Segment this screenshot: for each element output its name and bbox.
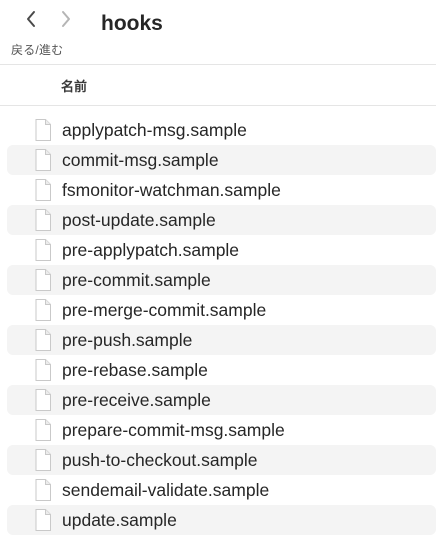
file-row[interactable]: update.sample: [7, 505, 436, 535]
forward-button[interactable]: [55, 8, 77, 30]
back-forward-label: 戻る/進む: [11, 43, 64, 57]
column-header: 名前: [0, 64, 436, 106]
file-name: pre-applypatch.sample: [62, 240, 240, 260]
document-icon: [33, 508, 53, 532]
finder-window: 戻る/進む hooks 名前 applypatch-msg.sample comm…: [0, 0, 436, 548]
file-name: pre-push.sample: [62, 330, 193, 350]
file-list: applypatch-msg.sample commit-msg.sample fs…: [0, 115, 436, 535]
file-name: post-update.sample: [62, 210, 216, 230]
file-row[interactable]: post-update.sample: [7, 205, 436, 235]
window-title: hooks: [101, 12, 163, 35]
file-name: push-to-checkout.sample: [62, 450, 258, 470]
file-row[interactable]: pre-applypatch.sample: [7, 235, 436, 265]
file-name: prepare-commit-msg.sample: [62, 420, 285, 440]
file-name: applypatch-msg.sample: [62, 120, 247, 140]
file-name: fsmonitor-watchman.sample: [62, 180, 281, 200]
file-row[interactable]: pre-receive.sample: [7, 385, 436, 415]
chevron-left-icon: [27, 11, 35, 27]
document-icon: [33, 208, 53, 232]
file-name: commit-msg.sample: [62, 150, 219, 170]
document-icon: [33, 238, 53, 262]
file-name: pre-receive.sample: [62, 390, 211, 410]
document-icon: [33, 328, 53, 352]
document-icon: [33, 118, 53, 142]
file-row[interactable]: pre-rebase.sample: [7, 355, 436, 385]
file-name: pre-commit.sample: [62, 270, 211, 290]
document-icon: [33, 418, 53, 442]
document-icon: [33, 178, 53, 202]
document-icon: [33, 148, 53, 172]
file-row[interactable]: applypatch-msg.sample: [7, 115, 436, 145]
file-row[interactable]: pre-commit.sample: [7, 265, 436, 295]
file-row[interactable]: push-to-checkout.sample: [7, 445, 436, 475]
document-icon: [33, 388, 53, 412]
file-name: pre-merge-commit.sample: [62, 300, 267, 320]
file-name: update.sample: [62, 510, 177, 530]
file-name: pre-rebase.sample: [62, 360, 208, 380]
file-row[interactable]: pre-push.sample: [7, 325, 436, 355]
name-column-header[interactable]: 名前: [61, 76, 87, 95]
file-name: sendemail-validate.sample: [62, 480, 270, 500]
document-icon: [33, 268, 53, 292]
file-row[interactable]: fsmonitor-watchman.sample: [7, 175, 436, 205]
toolbar: 戻る/進む hooks: [0, 0, 436, 64]
document-icon: [33, 298, 53, 322]
file-row[interactable]: pre-merge-commit.sample: [7, 295, 436, 325]
document-icon: [33, 478, 53, 502]
file-row[interactable]: sendemail-validate.sample: [7, 475, 436, 505]
document-icon: [33, 448, 53, 472]
document-icon: [33, 358, 53, 382]
back-button[interactable]: [20, 8, 42, 30]
file-row[interactable]: commit-msg.sample: [7, 145, 436, 175]
file-row[interactable]: prepare-commit-msg.sample: [7, 415, 436, 445]
chevron-right-icon: [62, 11, 70, 27]
